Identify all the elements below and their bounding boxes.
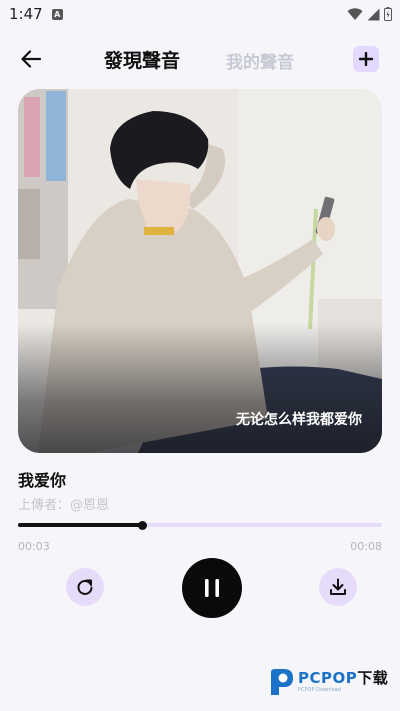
song-title: 我爱你 [18, 471, 67, 490]
watermark-logo: PCPOP下载 PCPOP Download [268, 666, 388, 698]
header: 發現聲音 我的聲音 [0, 40, 400, 78]
arrow-left-icon [21, 50, 41, 68]
watermark-brand: PCPOP [298, 669, 358, 687]
cover-caption: 无论怎么样我都爱你 [236, 412, 362, 428]
plus-icon [359, 52, 373, 66]
pcpop-logo-icon [271, 669, 293, 695]
progress-bar[interactable] [18, 521, 382, 530]
progress-thumb[interactable] [137, 521, 147, 530]
download-button[interactable] [319, 568, 357, 606]
back-button[interactable] [18, 47, 44, 71]
status-bar: 1:47 A [0, 0, 400, 28]
pause-icon [205, 579, 219, 597]
total-time: 00:08 [350, 540, 382, 553]
watermark-tagline: PCPOP Download [298, 687, 341, 693]
pause-button[interactable] [182, 558, 242, 618]
status-indicators [347, 7, 392, 21]
tab-my-voices[interactable]: 我的聲音 [226, 48, 294, 73]
current-time: 00:03 [18, 540, 50, 553]
signal-icon [367, 8, 380, 20]
replay-icon [77, 579, 93, 595]
progress-fill [18, 523, 142, 527]
watermark-brand-cn: 下载 [357, 669, 389, 687]
wifi-icon [347, 7, 363, 20]
add-button[interactable] [353, 46, 379, 72]
download-icon [330, 578, 346, 595]
status-time: 1:47 [9, 5, 43, 23]
tab-discover-voices[interactable]: 發現聲音 [104, 46, 180, 73]
uploader-label: 上傳者：@恩恩 [18, 498, 110, 513]
cover-gradient [18, 323, 382, 453]
notification-icon: A [51, 8, 63, 20]
replay-button[interactable] [66, 568, 104, 606]
cover-image: 无论怎么样我都爱你 [18, 89, 382, 453]
battery-icon [384, 7, 392, 21]
